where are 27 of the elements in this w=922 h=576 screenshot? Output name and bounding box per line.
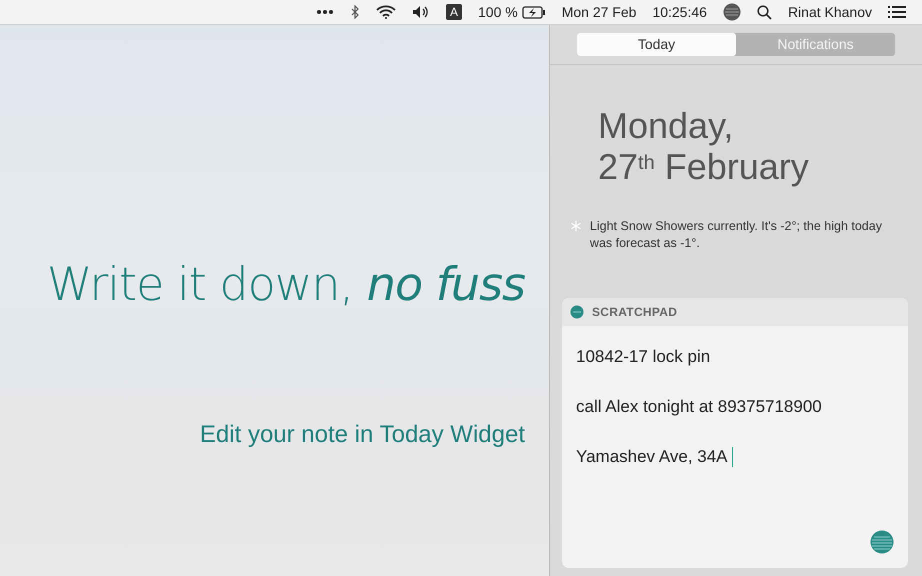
note-line: 10842-17 lock pin — [576, 346, 710, 368]
tab[interactable]: Today — [577, 33, 736, 56]
note-line: Yamashev Ave, 34A — [576, 446, 728, 468]
menu-bar-date[interactable]: Mon 27 Feb — [562, 2, 636, 22]
input-source-indicator[interactable]: A — [446, 4, 462, 20]
menu-bar-clock[interactable]: 10:25:46 — [652, 2, 707, 22]
date-heading: Monday, — [598, 105, 734, 146]
wifi-icon[interactable] — [376, 5, 396, 19]
app-button-icon[interactable] — [870, 530, 894, 554]
search-icon[interactable] — [756, 4, 772, 20]
note-line: call Alex tonight at 89375718900 — [576, 396, 822, 418]
speaker-icon[interactable] — [412, 5, 430, 19]
battery-percentage[interactable]: 100 % — [478, 2, 518, 22]
app-icon — [570, 305, 584, 319]
subtitle: Edit your note in Today Widget — [200, 420, 525, 450]
date-heading: 27$^{th}$ February — [598, 146, 810, 188]
more-icon[interactable] — [316, 9, 334, 15]
weather-summary: Light Snow Showers currently. It's -2°; the high today was forecast as -1°. — [590, 218, 883, 252]
user-name[interactable]: Rinat Khanov — [788, 2, 872, 22]
app-status-icon[interactable] — [722, 3, 741, 21]
note-editor[interactable]: 10842-17 lock pin call Alex tonight at 89375718900 Yamashev Ave, 34A — [562, 326, 908, 568]
list-icon[interactable] — [888, 6, 906, 18]
battery-charging-icon[interactable] — [522, 6, 546, 18]
text-cursor — [732, 447, 733, 467]
widget-title: SCRATCHPAD — [592, 304, 678, 321]
headline: Write it down, no fuss — [46, 256, 525, 313]
bluetooth-icon[interactable] — [350, 5, 360, 19]
